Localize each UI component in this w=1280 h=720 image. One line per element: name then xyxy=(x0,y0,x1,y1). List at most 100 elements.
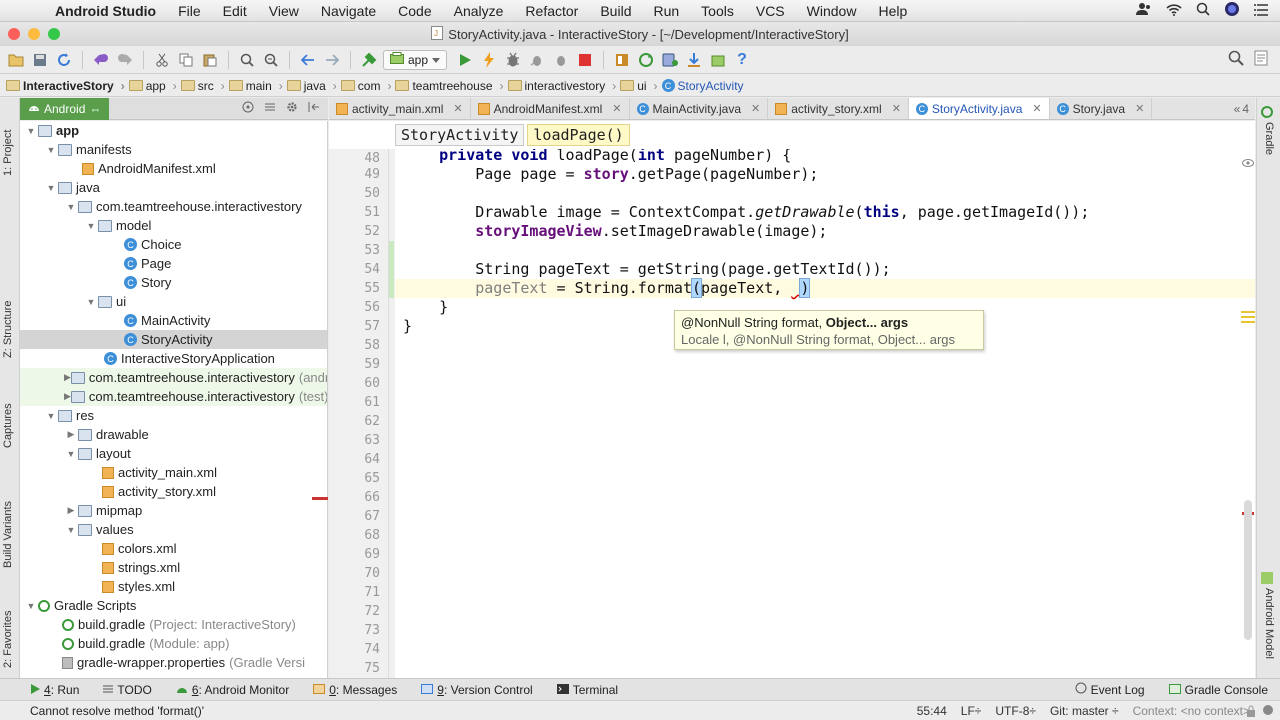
gear-icon[interactable] xyxy=(286,101,298,116)
search-everywhere-icon[interactable] xyxy=(1228,50,1244,69)
nav-crumb-src[interactable]: src › xyxy=(180,79,229,93)
tree-node-colors-xml[interactable]: colors.xml xyxy=(20,539,327,558)
caret-down-icon[interactable]: ▼ xyxy=(24,601,38,611)
nav-crumb-interactivestory[interactable]: interactivestory › xyxy=(507,79,621,93)
structure-tool-tab[interactable]: Z: Structure xyxy=(2,301,14,358)
tool-window-gradle-console[interactable]: Gradle Console xyxy=(1157,682,1280,697)
apply-changes-icon[interactable] xyxy=(551,50,571,70)
caret-right-icon[interactable]: ▶ xyxy=(64,429,78,440)
tree-node-androidmanifest[interactable]: AndroidManifest.xml xyxy=(20,159,327,178)
tree-node-layout[interactable]: ▼ layout xyxy=(20,444,327,463)
make-project-icon[interactable] xyxy=(359,50,379,70)
help-icon[interactable]: ? xyxy=(732,50,752,70)
wifi-icon[interactable] xyxy=(1166,3,1182,19)
caret-down-icon[interactable]: ▼ xyxy=(24,126,38,136)
favorites-tool-tab[interactable]: 2: Favorites xyxy=(2,611,14,668)
caret-down-icon[interactable]: ▼ xyxy=(84,221,98,231)
run-configuration-select[interactable]: app xyxy=(383,49,448,70)
debug-icon[interactable] xyxy=(503,50,523,70)
close-icon[interactable]: ✕ xyxy=(1135,102,1144,115)
tab-activity-main-xml[interactable]: activity_main.xml ✕ xyxy=(329,98,471,119)
captures-tool-tab[interactable]: Captures xyxy=(2,403,14,448)
tree-node-interactivestoryapplication[interactable]: C InteractiveStoryApplication xyxy=(20,349,327,368)
save-all-icon[interactable] xyxy=(30,50,50,70)
file-encoding[interactable]: UTF-8÷ xyxy=(995,704,1036,718)
caret-position[interactable]: 55:44 xyxy=(917,704,947,718)
git-branch[interactable]: Git: master ÷ xyxy=(1050,704,1119,718)
tree-node-res[interactable]: ▼ res xyxy=(20,406,327,425)
minimize-window-button[interactable] xyxy=(28,28,40,40)
spotlight-search-icon[interactable] xyxy=(1196,2,1210,19)
collapse-all-icon[interactable] xyxy=(264,101,276,116)
caret-down-icon[interactable]: ▼ xyxy=(64,449,78,459)
tree-node-page[interactable]: C Page xyxy=(20,254,327,273)
tree-node-manifests[interactable]: ▼ manifests xyxy=(20,140,327,159)
tab-activity-story-xml[interactable]: activity_story.xml ✕ xyxy=(768,98,909,119)
tool-window-messages[interactable]: 0: Messages xyxy=(301,683,409,697)
menu-vcs[interactable]: VCS xyxy=(745,3,796,19)
menu-code[interactable]: Code xyxy=(387,3,442,19)
menu-build[interactable]: Build xyxy=(589,3,642,19)
cut-icon[interactable] xyxy=(152,50,172,70)
menu-tools[interactable]: Tools xyxy=(690,3,745,19)
inspector-icon[interactable] xyxy=(1262,704,1274,719)
android-device-monitor-icon[interactable] xyxy=(708,50,728,70)
stop-icon[interactable] xyxy=(575,50,595,70)
tree-node-build-gradle-project[interactable]: build.gradle (Project: InteractiveStory) xyxy=(20,615,327,634)
editor-scrollbar[interactable] xyxy=(1244,500,1252,640)
tree-node-choice[interactable]: C Choice xyxy=(20,235,327,254)
nav-crumb-java[interactable]: java › xyxy=(286,79,341,93)
project-structure-icon[interactable] xyxy=(612,50,632,70)
menu-app-name[interactable]: Android Studio xyxy=(44,3,167,19)
tab-storyactivity-java[interactable]: C StoryActivity.java ✕ xyxy=(908,98,1050,119)
caret-right-icon[interactable]: ▶ xyxy=(64,372,71,383)
tree-node-storyactivity[interactable]: C StoryActivity xyxy=(20,330,327,349)
notification-center-icon[interactable] xyxy=(1254,3,1268,19)
tree-node-drawable[interactable]: ▶ drawable xyxy=(20,425,327,444)
open-folder-icon[interactable] xyxy=(6,50,26,70)
event-log-icon[interactable] xyxy=(1254,50,1268,69)
user-icon[interactable] xyxy=(1136,2,1152,19)
tree-node-app[interactable]: ▼ app xyxy=(20,121,327,140)
sdk-manager-icon[interactable] xyxy=(684,50,704,70)
copy-icon[interactable] xyxy=(176,50,196,70)
tree-node-values[interactable]: ▼ values xyxy=(20,520,327,539)
nav-crumb-ui[interactable]: ui › xyxy=(620,79,661,93)
caret-down-icon[interactable]: ▼ xyxy=(84,297,98,307)
lock-icon[interactable] xyxy=(1246,705,1256,720)
code-editor[interactable]: private void loadPage(int pageNumber) { … xyxy=(395,149,1255,678)
nav-crumb-storyactivity[interactable]: C StoryActivity xyxy=(661,79,748,93)
avd-manager-icon[interactable] xyxy=(660,50,680,70)
line-separator[interactable]: LF÷ xyxy=(961,704,982,718)
code-breadcrumb-method[interactable]: loadPage() xyxy=(527,124,630,146)
tool-window-terminal[interactable]: Terminal xyxy=(545,683,630,697)
tree-node-java[interactable]: ▼ java xyxy=(20,178,327,197)
siri-icon[interactable] xyxy=(1224,1,1240,20)
gradle-sync-icon[interactable] xyxy=(636,50,656,70)
tree-node-build-gradle-module[interactable]: build.gradle (Module: app) xyxy=(20,634,327,653)
run-icon[interactable] xyxy=(455,50,475,70)
nav-crumb-com[interactable]: com › xyxy=(340,79,396,93)
tree-node-mainactivity[interactable]: C MainActivity xyxy=(20,311,327,330)
redo-icon[interactable] xyxy=(115,50,135,70)
instant-run-icon[interactable] xyxy=(479,50,499,70)
nav-crumb-teamtreehouse[interactable]: teamtreehouse › xyxy=(395,79,507,93)
nav-crumb-app[interactable]: app › xyxy=(128,79,181,93)
build-variants-tool-tab[interactable]: Build Variants xyxy=(2,501,14,568)
caret-down-icon[interactable]: ▼ xyxy=(64,202,78,212)
find-icon[interactable] xyxy=(237,50,257,70)
caret-down-icon[interactable]: ▼ xyxy=(44,183,58,193)
tool-window-todo[interactable]: TODO xyxy=(91,683,163,697)
menu-refactor[interactable]: Refactor xyxy=(514,3,589,19)
caret-right-icon[interactable]: ▶ xyxy=(64,391,71,402)
tree-node-package-main[interactable]: ▼ com.teamtreehouse.interactivestory xyxy=(20,197,327,216)
tree-node-activity-story-xml[interactable]: activity_story.xml xyxy=(20,482,327,501)
close-icon[interactable]: ✕ xyxy=(892,102,901,115)
warning-stripe-marker[interactable] xyxy=(1241,310,1255,324)
caret-right-icon[interactable]: ▶ xyxy=(64,505,78,516)
tab-androidmanifest-xml[interactable]: AndroidManifest.xml ✕ xyxy=(471,98,630,119)
caret-down-icon[interactable]: ▼ xyxy=(44,145,58,155)
menu-file[interactable]: File xyxy=(167,3,212,19)
caret-down-icon[interactable]: ▼ xyxy=(64,525,78,535)
code-breadcrumb-class[interactable]: StoryActivity xyxy=(395,124,525,146)
